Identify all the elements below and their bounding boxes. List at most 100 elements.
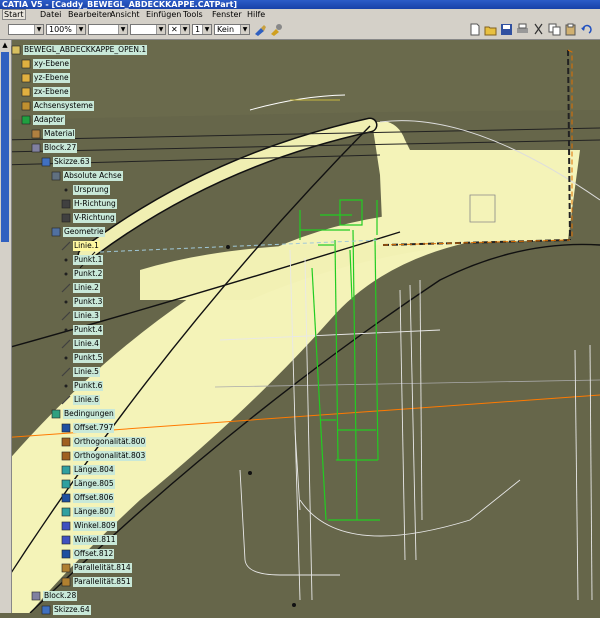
pad-icon: [31, 591, 41, 601]
line-icon: [61, 367, 71, 377]
sketch-icon: [41, 157, 51, 167]
menu-bar: Start Datei Bearbeiten Ansicht Einfügen …: [0, 9, 600, 20]
tree-node-label: Offset.797: [73, 423, 115, 433]
tree-node-label: Bedingungen: [63, 409, 115, 419]
direction-icon: [61, 199, 71, 209]
title-bar: CATIA V5 - [Caddy_BEWEGL_ABDECKKAPPE.CAT…: [0, 0, 600, 9]
save-icon[interactable]: [500, 23, 513, 36]
sketch-icon: [41, 605, 51, 615]
menu-start[interactable]: Start: [2, 9, 26, 20]
line-icon: [61, 241, 71, 251]
chevron-down-icon: ▼: [34, 25, 43, 34]
scrollbar-thumb[interactable]: [1, 52, 9, 242]
tree-node-label: Material: [43, 129, 76, 139]
plane-icon: [21, 59, 31, 69]
tree-node-label: Achsensysteme: [33, 101, 94, 111]
tree-node-label: Offset.806: [73, 493, 115, 503]
tree-node-label: Geometrie: [63, 227, 105, 237]
tree-node-label: BEWEGL_ABDECKKAPPE_OPEN.1: [23, 45, 148, 55]
line-icon: [61, 283, 71, 293]
linetype-width-dropdown[interactable]: ▼: [88, 24, 128, 35]
tree-node-label: yz-Ebene: [33, 73, 70, 83]
tree-node-label: Skizze.63: [53, 157, 91, 167]
menu-einfuegen[interactable]: Einfügen: [146, 9, 181, 20]
tree-node-label: Länge.807: [73, 507, 115, 517]
print-icon[interactable]: [516, 23, 529, 36]
menu-tools[interactable]: Tools: [183, 9, 203, 20]
tree-node-label: Absolute Achse: [63, 171, 123, 181]
tree-node-label: Länge.804: [73, 465, 115, 475]
window-title: CATIA V5 - [Caddy_BEWEGL_ABDECKKAPPE.CAT…: [2, 0, 238, 9]
tree-node-label: Punkt.2: [73, 269, 104, 279]
linetype-number: 1: [195, 25, 201, 34]
scroll-up-icon[interactable]: ▲: [1, 41, 9, 50]
line-icon: [61, 339, 71, 349]
tree-node-label: Punkt.3: [73, 297, 104, 307]
orthogonality-icon: [61, 451, 71, 461]
tree-node-label: Punkt.4: [73, 325, 104, 335]
new-file-icon[interactable]: [468, 23, 481, 36]
chevron-down-icon: ▼: [202, 25, 211, 34]
axis-system-icon: [21, 101, 31, 111]
color-dropdown[interactable]: ▼: [8, 24, 44, 35]
tree-node-label: Block.28: [43, 591, 78, 601]
tree-node-label: Parallelität.814: [73, 563, 132, 573]
linetype-number-dropdown[interactable]: 1 ▼: [192, 24, 212, 35]
transparency-dropdown[interactable]: 100% ▼: [46, 24, 86, 35]
properties-brush-icon[interactable]: [269, 23, 282, 36]
parallelism-icon: [61, 563, 71, 573]
tree-node-label: Winkel.809: [73, 521, 117, 531]
plane-icon: [21, 73, 31, 83]
layer-value: Kein: [217, 25, 235, 34]
menu-hilfe[interactable]: Hilfe: [247, 9, 265, 20]
point-icon: [61, 255, 71, 265]
tree-node-label: Punkt.6: [73, 381, 104, 391]
copy-icon[interactable]: [548, 23, 561, 36]
painter-brush-icon[interactable]: [253, 23, 266, 36]
paste-icon[interactable]: [564, 23, 577, 36]
offset-constraint-icon: [61, 549, 71, 559]
point-icon: [61, 269, 71, 279]
tree-node-label: Ursprung: [73, 185, 110, 195]
layer-dropdown[interactable]: Kein ▼: [214, 24, 250, 35]
chevron-down-icon: ▼: [240, 25, 249, 34]
tree-node-label: Winkel.811: [73, 535, 117, 545]
tree-node-label: Linie.3: [73, 311, 100, 321]
length-icon: [61, 507, 71, 517]
undo-icon[interactable]: [580, 23, 593, 36]
tree-node-label: Punkt.5: [73, 353, 104, 363]
tree-node-label: Punkt.1: [73, 255, 104, 265]
direction-icon: [61, 213, 71, 223]
line-style-dropdown[interactable]: ▼: [130, 24, 166, 35]
tree-node-label: Linie.2: [73, 283, 100, 293]
specification-tree: BEWEGL_ABDECKKAPPE_OPEN.1 xy-Ebene yz-Eben…: [11, 40, 161, 615]
cut-icon[interactable]: [532, 23, 545, 36]
length-icon: [61, 479, 71, 489]
point-icon: [61, 381, 71, 391]
menu-bearbeiten[interactable]: Bearbeiten: [68, 9, 112, 20]
tree-node-label: Offset.812: [73, 549, 115, 559]
tree-node-label: Linie.4: [73, 339, 100, 349]
tree-node-label: xy-Ebene: [33, 59, 70, 69]
chevron-down-icon: ▼: [180, 25, 189, 34]
tree-node-label: Orthogonalität.803: [73, 451, 147, 461]
tree-node-label: Linie.5: [73, 367, 100, 377]
point-symbol-dropdown[interactable]: ✕ ▼: [168, 24, 190, 35]
menu-fenster[interactable]: Fenster: [212, 9, 242, 20]
tree-node-label: zx-Ebene: [33, 87, 70, 97]
menu-ansicht[interactable]: Ansicht: [110, 9, 140, 20]
material-icon: [31, 129, 41, 139]
angle-icon: [61, 535, 71, 545]
point-icon: [61, 325, 71, 335]
offset-constraint-icon: [61, 423, 71, 433]
line-icon: [61, 311, 71, 321]
menu-datei[interactable]: Datei: [40, 9, 61, 20]
tree-node-label: Block.27: [43, 143, 78, 153]
part-icon: [11, 45, 21, 55]
point-icon: [61, 185, 71, 195]
length-icon: [61, 465, 71, 475]
tree-node-label: Linie.6: [73, 395, 100, 405]
body-icon: [21, 115, 31, 125]
open-folder-icon[interactable]: [484, 23, 497, 36]
chevron-down-icon: ▼: [156, 25, 165, 34]
